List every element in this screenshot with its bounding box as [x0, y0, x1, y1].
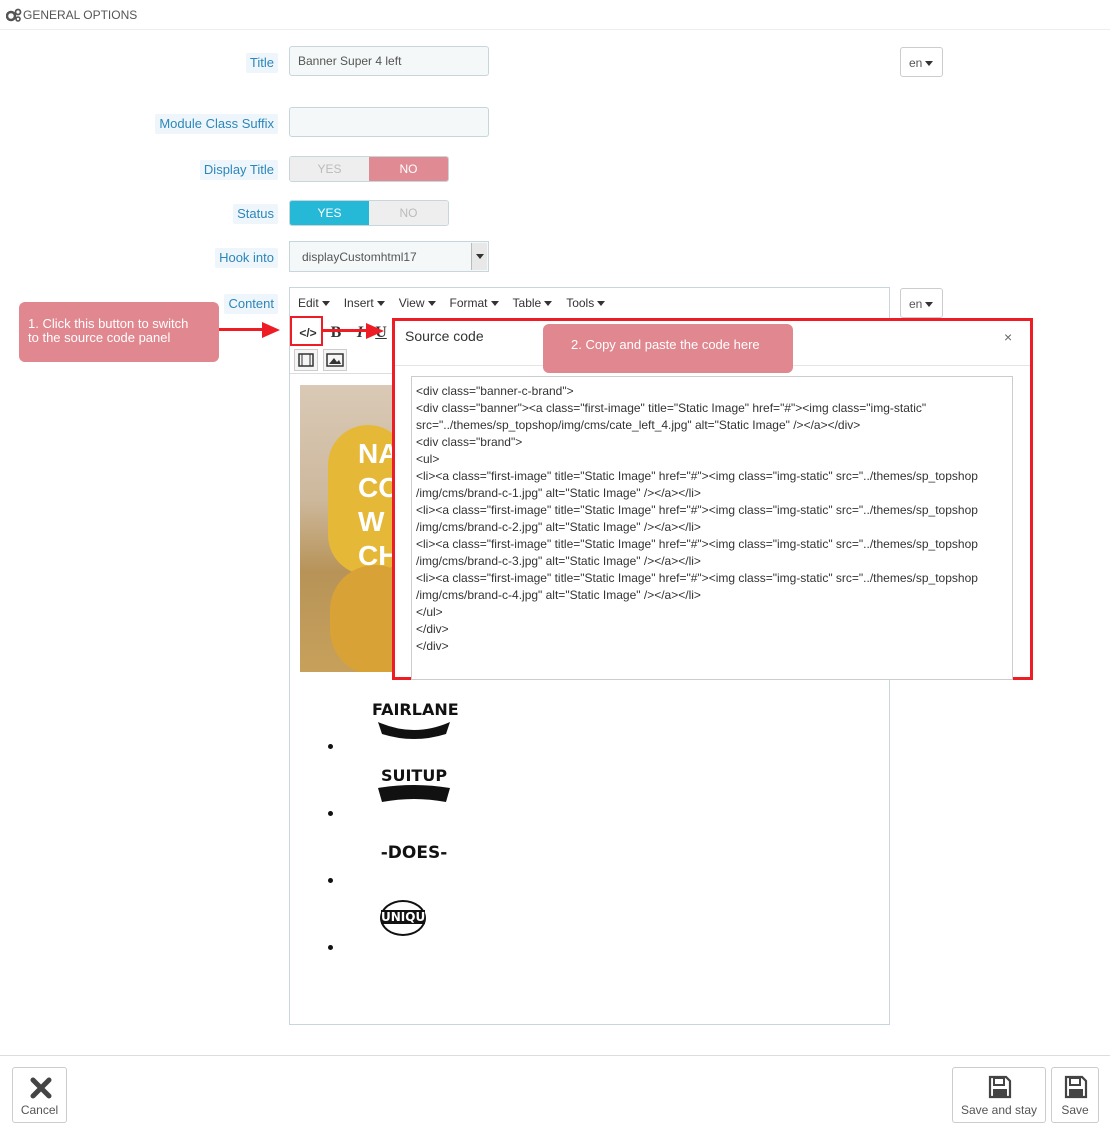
status-no[interactable]: NO: [369, 201, 448, 225]
menu-format[interactable]: Format: [450, 288, 499, 318]
menu-edit[interactable]: Edit: [298, 288, 330, 318]
menu-table[interactable]: Table: [513, 288, 553, 318]
content-lang-dropdown[interactable]: en: [900, 288, 943, 318]
ribbon-icon: [378, 785, 450, 802]
callout-step1: 1. Click this button to switch to the so…: [19, 302, 219, 362]
module-class-suffix-label: Module Class Suffix: [155, 114, 278, 134]
caret-down-icon: [376, 301, 385, 307]
display-title-no[interactable]: NO: [369, 157, 448, 181]
arrow-head-icon: [262, 322, 280, 338]
caret-down-icon: [427, 301, 436, 307]
source-code-textarea[interactable]: <div class="banner-c-brand"> <div class=…: [411, 376, 1013, 680]
display-title-toggle[interactable]: YES NO: [289, 156, 449, 182]
save-icon: [1064, 1075, 1088, 1099]
status-toggle[interactable]: YES NO: [289, 200, 449, 226]
menu-view[interactable]: View: [399, 288, 436, 318]
hook-into-label: Hook into: [215, 248, 278, 268]
close-icon[interactable]: ×: [1004, 329, 1012, 345]
menu-tools[interactable]: Tools: [566, 288, 606, 318]
caret-down-icon: [925, 302, 934, 308]
list-bullet: [328, 744, 333, 749]
cancel-button[interactable]: Cancel: [12, 1067, 67, 1123]
save-and-stay-label: Save and stay: [960, 1103, 1038, 1117]
callout-step1-text: 1. Click this button to switch to the so…: [28, 316, 189, 345]
brand-logo-does: -DOES-: [380, 843, 448, 863]
title-input[interactable]: Banner Super 4 left: [289, 46, 489, 76]
drip-shape: [330, 565, 392, 672]
banner-text-line: CO: [358, 472, 392, 503]
form-footer: Cancel Save and stay Save: [0, 1055, 1110, 1125]
close-icon: [30, 1077, 52, 1099]
arrow-line: [323, 329, 368, 332]
cancel-label: Cancel: [20, 1103, 59, 1117]
list-bullet: [328, 945, 333, 950]
hook-into-value: displayCustomhtml17: [302, 250, 417, 264]
status-yes[interactable]: YES: [290, 201, 369, 225]
callout-step2-text: 2. Copy and paste the code here: [571, 337, 760, 352]
banner-text-line: W: [358, 506, 385, 537]
image-icon[interactable]: [323, 349, 347, 371]
list-bullet: [328, 878, 333, 883]
banner-image: NA CO W CH DI: [300, 385, 392, 672]
caret-down-icon: [490, 301, 499, 307]
brand-logo-suitup: SUITUP: [380, 766, 448, 785]
save-label: Save: [1061, 1103, 1089, 1117]
panel-heading: GENERAL OPTIONS: [0, 0, 1110, 30]
list-bullet: [328, 811, 333, 816]
banner-text-line: CH: [358, 540, 392, 571]
editor-menubar: Edit Insert View Format Table Tools: [290, 288, 889, 318]
title-label: Title: [245, 53, 278, 73]
arrow-head-icon: [366, 323, 384, 339]
content-label: Content: [224, 294, 278, 314]
banner-text-line: NA: [358, 438, 392, 469]
ribbon-icon: [378, 722, 450, 739]
module-class-suffix-input[interactable]: [289, 107, 489, 137]
caret-down-icon: [544, 301, 553, 307]
display-title-label: Display Title: [199, 160, 278, 180]
title-lang-dropdown[interactable]: en: [900, 47, 943, 77]
save-button[interactable]: Save: [1051, 1067, 1099, 1123]
source-button-highlight: [290, 316, 323, 346]
caret-down-icon: [925, 61, 934, 67]
gears-icon: [6, 8, 22, 22]
dialog-title: Source code: [405, 328, 484, 344]
save-icon: [988, 1075, 1012, 1099]
select-arrow-icon: [471, 243, 487, 270]
brand-logo-fairlane: FAIRLANE: [372, 700, 459, 719]
arrow-line: [219, 328, 264, 331]
status-label: Status: [233, 204, 278, 224]
menu-insert[interactable]: Insert: [344, 288, 385, 318]
caret-down-icon: [597, 301, 606, 307]
hook-into-select[interactable]: displayCustomhtml17: [289, 241, 489, 272]
save-and-stay-button[interactable]: Save and stay: [952, 1067, 1046, 1123]
lang-label: en: [909, 56, 923, 70]
callout-step2: 2. Copy and paste the code here: [543, 324, 793, 373]
bold-icon[interactable]: B: [323, 321, 349, 345]
media-icon[interactable]: [294, 349, 318, 371]
display-title-yes[interactable]: YES: [290, 157, 369, 181]
lang-label: en: [909, 297, 923, 311]
brand-logo-unique: UNIQUE: [381, 910, 434, 924]
caret-down-icon: [321, 301, 330, 307]
panel-title: GENERAL OPTIONS: [23, 8, 138, 22]
